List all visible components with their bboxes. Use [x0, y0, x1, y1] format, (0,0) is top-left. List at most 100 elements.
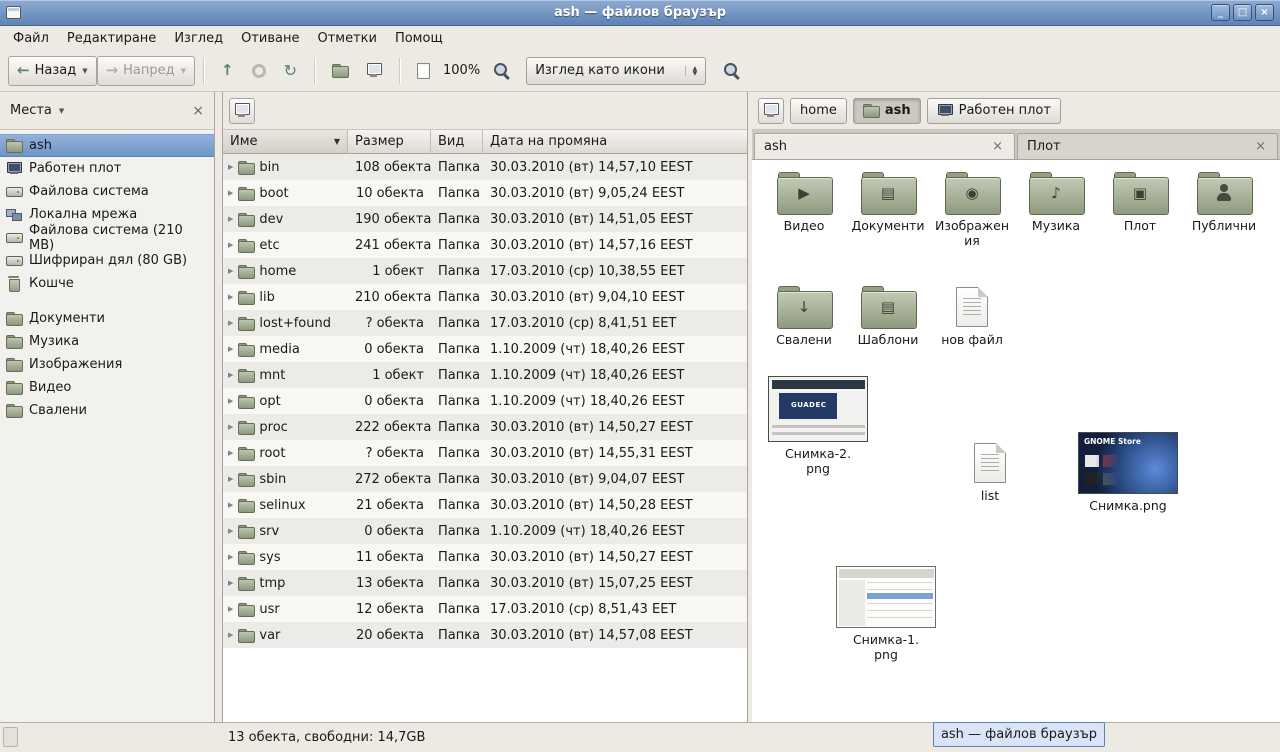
back-button[interactable]: ← Назад ▼	[8, 56, 97, 86]
file-row[interactable]: ▶ mnt 1 обект Папка 1.10.2009 (чт) 18,40…	[223, 362, 747, 388]
column-header[interactable]: Размер ▼	[348, 130, 431, 154]
computer-button[interactable]	[357, 56, 391, 86]
zoom-in-button[interactable]	[484, 56, 520, 86]
expander-icon[interactable]: ▶	[228, 423, 233, 431]
tab-close-icon[interactable]: ×	[990, 140, 1005, 153]
file-row[interactable]: ▶ srv 0 обекта Папка 1.10.2009 (чт) 18,4…	[223, 518, 747, 544]
file-row[interactable]: ▶ home 1 обект Папка 17.03.2010 (ср) 10,…	[223, 258, 747, 284]
sidebar-place-item[interactable]: Файлова система	[0, 180, 214, 203]
path-button[interactable]: Работен плот	[927, 98, 1061, 124]
minimize-button[interactable]: _	[1211, 4, 1230, 21]
close-button[interactable]: ×	[1255, 4, 1274, 21]
file-row[interactable]: ▶ boot 10 обекта Папка 30.03.2010 (вт) 9…	[223, 180, 747, 206]
file-row[interactable]: ▶ opt 0 обекта Папка 1.10.2009 (чт) 18,4…	[223, 388, 747, 414]
expander-icon[interactable]: ▶	[228, 293, 233, 301]
search-button[interactable]	[714, 56, 750, 86]
file-thumbnail-item[interactable]: Снимка-1. png	[834, 566, 938, 662]
column-header[interactable]: Вид ▼	[431, 130, 483, 154]
stop-button[interactable]	[243, 56, 275, 86]
sidebar-bookmark-item[interactable]: Изображения	[0, 353, 214, 376]
file-thumbnail-item[interactable]: list	[938, 442, 1042, 503]
file-thumbnail-item[interactable]: GUADEC Снимка-2. png	[766, 376, 870, 476]
menu-item[interactable]: Файл	[4, 28, 58, 49]
file-row[interactable]: ▶ etc 241 обекта Папка 30.03.2010 (вт) 1…	[223, 232, 747, 258]
back-dropdown-icon[interactable]: ▼	[82, 67, 87, 75]
tab-close-icon[interactable]: ×	[1253, 140, 1268, 153]
reload-button[interactable]: ↻	[275, 56, 306, 86]
file-row[interactable]: ▶ root ? обекта Папка 30.03.2010 (вт) 14…	[223, 440, 747, 466]
file-thumbnail-item[interactable]: GNOME Store Снимка.png	[1076, 432, 1180, 513]
file-row[interactable]: ▶ tmp 13 обекта Папка 30.03.2010 (вт) 15…	[223, 570, 747, 596]
expander-icon[interactable]: ▶	[228, 527, 233, 535]
expander-icon[interactable]: ▶	[228, 449, 233, 457]
menu-item[interactable]: Отиване	[232, 28, 308, 49]
expander-icon[interactable]: ▶	[228, 241, 233, 249]
pane-splitter[interactable]	[215, 92, 222, 722]
expander-icon[interactable]: ▶	[228, 215, 233, 223]
menu-item[interactable]: Помощ	[386, 28, 452, 49]
path-button[interactable]: ash	[853, 98, 921, 124]
file-row[interactable]: ▶ lost+found ? обекта Папка 17.03.2010 (…	[223, 310, 747, 336]
sidebar-place-item[interactable]: Работен плот	[0, 157, 214, 180]
file-row[interactable]: ▶ bin 108 обекта Папка 30.03.2010 (вт) 1…	[223, 154, 747, 180]
expander-icon[interactable]: ▶	[228, 189, 233, 197]
file-name: lost+found	[259, 316, 331, 331]
expander-icon[interactable]: ▶	[228, 579, 233, 587]
expander-icon[interactable]: ▶	[228, 631, 233, 639]
menu-item[interactable]: Отметки	[308, 28, 385, 49]
expander-icon[interactable]: ▶	[228, 163, 233, 171]
list-pane: Име ▼ Размер ▼ Вид ▼ Дата на промяна ▼	[222, 92, 748, 722]
file-row[interactable]: ▶ media 0 обекта Папка 1.10.2009 (чт) 18…	[223, 336, 747, 362]
sidebar-place-item[interactable]: ash	[0, 134, 214, 157]
expander-icon[interactable]: ▶	[228, 267, 233, 275]
resize-grip[interactable]	[3, 727, 18, 747]
tab[interactable]: Плот ×	[1017, 133, 1278, 159]
zoom-normal-button[interactable]	[408, 56, 439, 86]
tab[interactable]: ash ×	[754, 133, 1015, 159]
expander-icon[interactable]: ▶	[228, 371, 233, 379]
up-button[interactable]: ↑	[212, 56, 243, 86]
expander-icon[interactable]: ▶	[228, 475, 233, 483]
file-row[interactable]: ▶ lib 210 обекта Папка 30.03.2010 (вт) 9…	[223, 284, 747, 310]
file-row[interactable]: ▶ proc 222 обекта Папка 30.03.2010 (вт) …	[223, 414, 747, 440]
column-header[interactable]: Дата на промяна ▼	[483, 130, 747, 154]
file-row[interactable]: ▶ var 20 обекта Папка 30.03.2010 (вт) 14…	[223, 622, 747, 648]
expander-icon[interactable]: ▶	[228, 345, 233, 353]
sidebar-title[interactable]: Места	[10, 103, 52, 118]
expander-icon[interactable]: ▶	[228, 397, 233, 405]
maximize-button[interactable]: □	[1233, 4, 1252, 21]
sidebar-place-item[interactable]: Файлова система (210 MB)	[0, 226, 214, 249]
file-row[interactable]: ▶ dev 190 обекта Папка 30.03.2010 (вт) 1…	[223, 206, 747, 232]
sidebar-place-item[interactable]: Шифриран дял (80 GB)	[0, 249, 214, 272]
expander-icon[interactable]: ▶	[228, 553, 233, 561]
expander-icon[interactable]: ▶	[228, 501, 233, 509]
sidebar-bookmark-item[interactable]: Музика	[0, 330, 214, 353]
sidebar-dropdown-icon[interactable]: ▼	[59, 107, 64, 115]
file-name: sys	[259, 550, 280, 565]
path-button[interactable]: home	[790, 98, 847, 124]
view-mode-combo[interactable]: Изглед като икони ▲▼	[526, 57, 706, 85]
file-row[interactable]: ▶ usr 12 обекта Папка 17.03.2010 (ср) 8,…	[223, 596, 747, 622]
menu-item[interactable]: Изглед	[165, 28, 232, 49]
sidebar-close-icon[interactable]: ×	[192, 104, 204, 118]
location-button[interactable]	[229, 98, 255, 124]
menu-item[interactable]: Редактиране	[58, 28, 165, 49]
home-button[interactable]	[323, 56, 357, 86]
column-header[interactable]: Име ▼	[223, 130, 348, 154]
sidebar-place-item[interactable]: Кошче	[0, 272, 214, 295]
sidebar-bookmark-item[interactable]: Видео	[0, 376, 214, 399]
file-name: root	[259, 446, 285, 461]
combo-arrows-icon[interactable]: ▲▼	[685, 66, 698, 76]
expander-icon[interactable]: ▶	[228, 605, 233, 613]
file-type: Папка	[431, 342, 483, 357]
file-row[interactable]: ▶ sys 11 обекта Папка 30.03.2010 (вт) 14…	[223, 544, 747, 570]
emblem-icon: ▤	[861, 186, 915, 201]
icon-view[interactable]: ▶ Видео ▤ Документи ◉	[752, 160, 1280, 722]
file-row[interactable]: ▶ selinux 21 обекта Папка 30.03.2010 (вт…	[223, 492, 747, 518]
sidebar-bookmark-item[interactable]: Документи	[0, 307, 214, 330]
sidebar-bookmark-item[interactable]: Свалени	[0, 399, 214, 422]
expander-icon[interactable]: ▶	[228, 319, 233, 327]
file-row[interactable]: ▶ sbin 272 обекта Папка 30.03.2010 (вт) …	[223, 466, 747, 492]
forward-button[interactable]: → Напред ▼	[97, 56, 195, 86]
path-root-button[interactable]	[758, 98, 784, 124]
